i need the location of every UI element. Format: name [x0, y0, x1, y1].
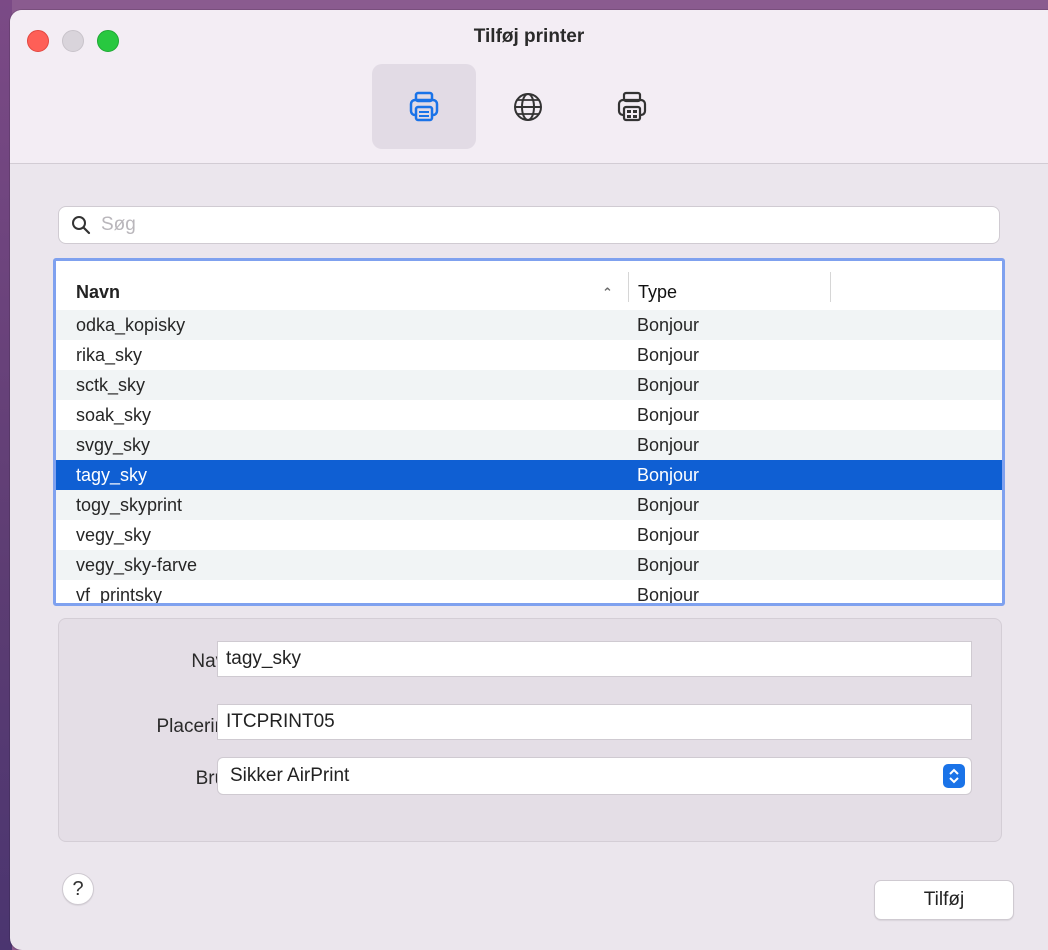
windows-printer-icon [617, 91, 647, 121]
table-row[interactable]: vegy_sky-farve Bonjour [56, 550, 1002, 580]
column-divider[interactable] [628, 272, 629, 302]
location-field[interactable]: ITCPRINT05 [217, 704, 972, 740]
add-button[interactable]: Tilføj [874, 880, 1014, 920]
tab-windows-printers[interactable] [580, 64, 684, 149]
printer-type-cell: Bonjour [637, 315, 700, 335]
printer-type-cell: Bonjour [637, 375, 700, 395]
tab-default-printers[interactable] [372, 64, 476, 149]
printer-name-cell: rika_sky [76, 345, 143, 365]
name-field[interactable]: tagy_sky [217, 641, 972, 677]
window-title: Tilføj printer [473, 26, 585, 47]
column-header-type[interactable]: Type [638, 282, 677, 303]
printer-name-cell: togy_skyprint [76, 495, 183, 515]
printer-type-cell: Bonjour [637, 345, 700, 365]
printer-type-cell: Bonjour [637, 495, 700, 515]
printer-list[interactable]: Navn ⌃ Type odka_kopisky Bonjour rika_sky B… [53, 258, 1005, 606]
search-field[interactable] [58, 206, 1000, 244]
list-header: Navn ⌃ Type [56, 261, 1002, 315]
printer-type-cell: Bonjour [637, 555, 700, 575]
table-row[interactable]: odka_kopisky Bonjour [56, 310, 1002, 340]
printer-type-toolbar [372, 64, 684, 149]
add-printer-window: Tilføj printer Søg Navn ⌃ Type odka_kopi… [10, 10, 1048, 950]
printer-name-cell: vegy_sky-farve [76, 555, 198, 575]
printer-name-cell: tagy_sky [76, 465, 148, 485]
printer-type-cell: Bonjour [637, 405, 700, 425]
table-row[interactable]: svgy_sky Bonjour [56, 430, 1002, 460]
table-row[interactable]: rika_sky Bonjour [56, 340, 1002, 370]
printer-type-cell: Bonjour [637, 525, 700, 545]
printer-type-cell: Bonjour [637, 585, 700, 605]
search-icon [72, 216, 91, 235]
column-divider[interactable] [830, 272, 831, 302]
table-row[interactable]: vf_printsky Bonjour [56, 580, 1002, 605]
printer-details-panel: Navn: tagy_sky Placering: ITCPRINT05 Bru… [58, 618, 1002, 842]
popup-chevron-icon [943, 764, 965, 788]
printer-type-cell: Bonjour [637, 465, 700, 485]
help-button[interactable]: ? [62, 873, 94, 905]
table-row[interactable]: soak_sky Bonjour [56, 400, 1002, 430]
table-row[interactable]: vegy_sky Bonjour [56, 520, 1002, 550]
titlebar: Tilføj printer [10, 10, 1048, 164]
printer-type-cell: Bonjour [637, 435, 700, 455]
use-popup-value: Sikker AirPrint [230, 765, 350, 786]
table-row[interactable]: togy_skyprint Bonjour [56, 490, 1002, 520]
sort-ascending-icon: ⌃ [602, 285, 613, 300]
globe-icon [514, 92, 542, 121]
printer-name-cell: soak_sky [76, 405, 152, 425]
printer-name-cell: odka_kopisky [76, 315, 186, 335]
printer-name-cell: sctk_sky [76, 375, 146, 395]
printer-name-cell: vf_printsky [76, 585, 163, 605]
tab-ip-printers[interactable] [476, 64, 580, 149]
printer-name-cell: vegy_sky [76, 525, 152, 545]
use-popup-button[interactable]: Sikker AirPrint [217, 757, 972, 795]
table-row[interactable]: tagy_sky Bonjour [56, 460, 1002, 490]
printer-name-cell: svgy_sky [76, 435, 151, 455]
column-header-name[interactable]: Navn [76, 282, 120, 303]
table-row[interactable]: sctk_sky Bonjour [56, 370, 1002, 400]
printer-icon [409, 91, 439, 121]
search-input[interactable] [99, 213, 999, 237]
